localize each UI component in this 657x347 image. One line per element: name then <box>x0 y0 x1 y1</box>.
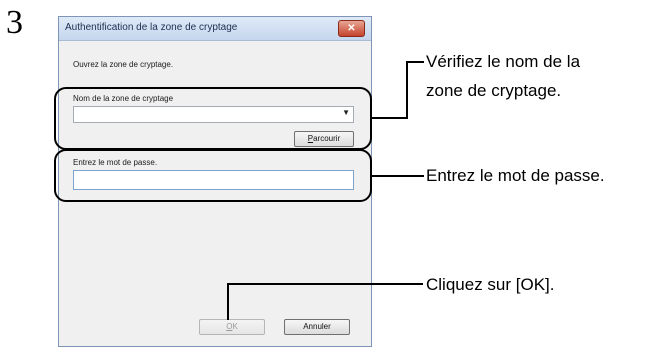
callout-line-zone-h2 <box>406 61 424 63</box>
callout-line-ok-v <box>227 283 229 320</box>
annotation-verify-zone-line2: zone de cryptage. <box>426 81 562 100</box>
annotation-enter-password: Entrez le mot de passe. <box>426 166 605 185</box>
ok-button[interactable]: OK <box>199 319 265 335</box>
callout-line-zone-h1 <box>372 117 408 119</box>
close-icon: ✕ <box>347 23 356 34</box>
dialog-title: Authentification de la zone de cryptage <box>65 22 238 33</box>
password-highlight <box>54 149 372 202</box>
dialog-titlebar: Authentification de la zone de cryptage … <box>59 17 371 41</box>
annotation-verify-zone-line1: Vérifiez le nom de la <box>426 52 581 71</box>
callout-line-zone-v <box>406 61 408 119</box>
annotation-click-ok: Cliquez sur [OK]. <box>426 275 555 294</box>
callout-line-password <box>372 175 424 177</box>
zone-name-highlight <box>54 87 372 150</box>
close-button[interactable]: ✕ <box>338 20 365 37</box>
callout-line-ok-h <box>227 283 423 285</box>
cancel-button[interactable]: Annuler <box>284 319 350 335</box>
instruction-text: Ouvrez la zone de cryptage. <box>73 60 174 69</box>
step-number: 3 <box>6 4 23 41</box>
ok-button-label: K <box>232 322 238 331</box>
